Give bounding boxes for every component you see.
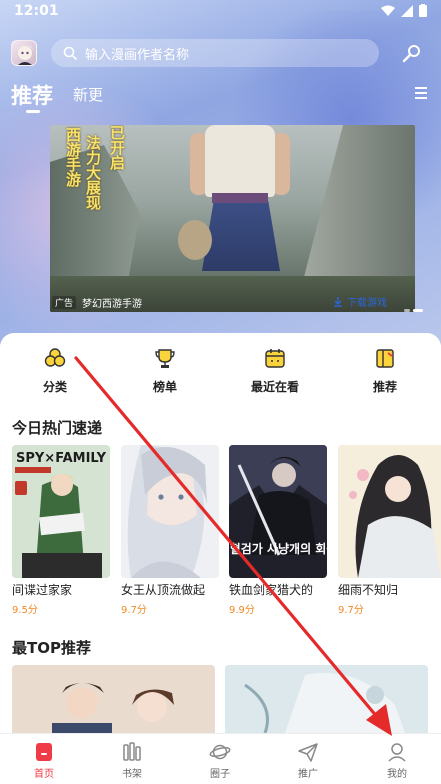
section-title-hot: 今日热门速递 bbox=[12, 419, 103, 437]
nav-promote[interactable]: 推广 bbox=[264, 734, 352, 784]
comic-cover[interactable]: 철혈검가 사냥개의 회귀 bbox=[229, 445, 327, 578]
nav-label: 推广 bbox=[298, 769, 318, 780]
comic-title[interactable]: 细雨不知归 bbox=[338, 581, 438, 598]
search-placeholder: 输入漫画作者名称 bbox=[85, 47, 190, 63]
status-time: 12:01 bbox=[14, 3, 59, 19]
tab-active-indicator bbox=[26, 110, 40, 113]
banner-text-2: 法力大展现 bbox=[84, 135, 102, 210]
download-icon bbox=[334, 296, 342, 307]
cover-art-iron-blood: 철혈검가 사냥개의 회귀 bbox=[229, 445, 327, 578]
section-title-top: 最TOP推荐 bbox=[12, 639, 91, 657]
top-recommend-cover[interactable] bbox=[225, 665, 428, 733]
ad-name: 梦幻西游手游 bbox=[82, 298, 143, 310]
send-icon bbox=[298, 743, 318, 762]
bookshelf-icon bbox=[123, 742, 141, 761]
quick-nav-label: 榜单 bbox=[152, 380, 177, 394]
signal-icon bbox=[401, 4, 413, 17]
tab-recommend[interactable]: 推荐 bbox=[11, 80, 53, 110]
bottom-nav: 首页 书架 圈子 推广 我的 bbox=[0, 733, 441, 784]
search-input[interactable]: 输入漫画作者名称 bbox=[51, 39, 379, 67]
banner-character bbox=[190, 125, 290, 285]
top-recommend-art-1 bbox=[12, 665, 215, 733]
nav-mine[interactable]: 我的 bbox=[353, 734, 441, 784]
cover-title-text: SPY×FAMILY bbox=[16, 451, 107, 466]
banner-page-indicator bbox=[404, 309, 423, 312]
cover-title-text: 철혈검가 사냥개의 회귀 bbox=[229, 541, 327, 556]
ad-info-bar: 广告 梦幻西游手游 下载游戏 bbox=[50, 292, 415, 312]
top-recommend-art-2 bbox=[225, 665, 428, 733]
comic-score: 9.5分 bbox=[12, 605, 38, 616]
banner-character-bag bbox=[178, 220, 212, 260]
nav-bookshelf[interactable]: 书架 bbox=[88, 734, 176, 784]
avatar[interactable] bbox=[11, 40, 37, 66]
banner-text-1: 西游手游 bbox=[64, 127, 82, 187]
status-icons bbox=[381, 4, 427, 17]
quick-nav-label: 推荐 bbox=[372, 380, 397, 394]
quick-nav-category[interactable]: 分类 bbox=[15, 343, 95, 395]
comic-score: 9.7分 bbox=[121, 605, 147, 616]
nav-label: 我的 bbox=[387, 769, 407, 780]
quick-nav-label: 分类 bbox=[42, 380, 67, 394]
ad-download-button[interactable]: 下载游戏 bbox=[333, 294, 387, 309]
home-icon bbox=[36, 743, 52, 761]
quick-nav-recent[interactable]: 最近在看 bbox=[235, 343, 315, 395]
nav-circle[interactable]: 圈子 bbox=[176, 734, 264, 784]
nav-label: 首页 bbox=[34, 769, 54, 780]
nav-label: 书架 bbox=[122, 769, 142, 780]
user-icon bbox=[388, 743, 406, 762]
quick-nav: 分类 榜单 最近在看 推荐 bbox=[0, 343, 441, 403]
tab-new-updates[interactable]: 新更 bbox=[73, 84, 103, 105]
quick-nav-ranking[interactable]: 榜单 bbox=[125, 343, 205, 395]
cover-art-spy-family: SPY×FAMILY bbox=[12, 445, 110, 578]
comic-title[interactable]: 铁血剑家猎犬的 bbox=[229, 581, 329, 598]
grid-circles-icon bbox=[44, 348, 66, 367]
comic-title[interactable]: 女王从顶流做起 bbox=[121, 581, 221, 598]
comic-cover[interactable] bbox=[338, 445, 441, 578]
quick-nav-label: 最近在看 bbox=[250, 380, 299, 394]
book-icon bbox=[376, 349, 394, 368]
main-content: 分类 榜单 最近在看 推荐 今日热门速递 SPY×FAMILY 间谍过家家 9.… bbox=[0, 333, 441, 733]
trophy-icon bbox=[155, 349, 175, 368]
nav-label: 圈子 bbox=[210, 769, 230, 780]
comic-cover[interactable]: SPY×FAMILY bbox=[12, 445, 110, 578]
banner-dot bbox=[404, 309, 410, 312]
nav-home[interactable]: 首页 bbox=[0, 734, 88, 784]
battery-icon bbox=[419, 4, 427, 17]
quick-nav-recommend[interactable]: 推荐 bbox=[345, 343, 425, 395]
search-button-icon[interactable] bbox=[401, 42, 423, 64]
comic-score: 9.9分 bbox=[229, 605, 255, 616]
calendar-icon bbox=[265, 349, 285, 368]
status-bar: 12:01 bbox=[0, 0, 441, 26]
ad-download-label: 下载游戏 bbox=[347, 298, 387, 309]
comic-score: 9.7分 bbox=[338, 605, 364, 616]
avatar-illustration bbox=[16, 44, 34, 65]
cover-art-drizzle bbox=[338, 445, 441, 578]
top-recommend-cover[interactable] bbox=[12, 665, 215, 733]
comic-title[interactable]: 间谍过家家 bbox=[12, 581, 112, 598]
banner-text-3: 已开启 bbox=[108, 125, 126, 170]
banner-dot-active bbox=[413, 309, 423, 312]
wifi-icon bbox=[381, 5, 395, 16]
comic-cover[interactable] bbox=[121, 445, 219, 578]
search-icon bbox=[63, 46, 77, 60]
menu-icon[interactable] bbox=[414, 86, 428, 100]
ad-tag: 广告 bbox=[52, 295, 77, 309]
cover-art-queen bbox=[121, 445, 219, 578]
planet-icon bbox=[209, 744, 231, 760]
ad-banner[interactable]: 西游手游 法力大展现 已开启 bbox=[50, 125, 415, 312]
